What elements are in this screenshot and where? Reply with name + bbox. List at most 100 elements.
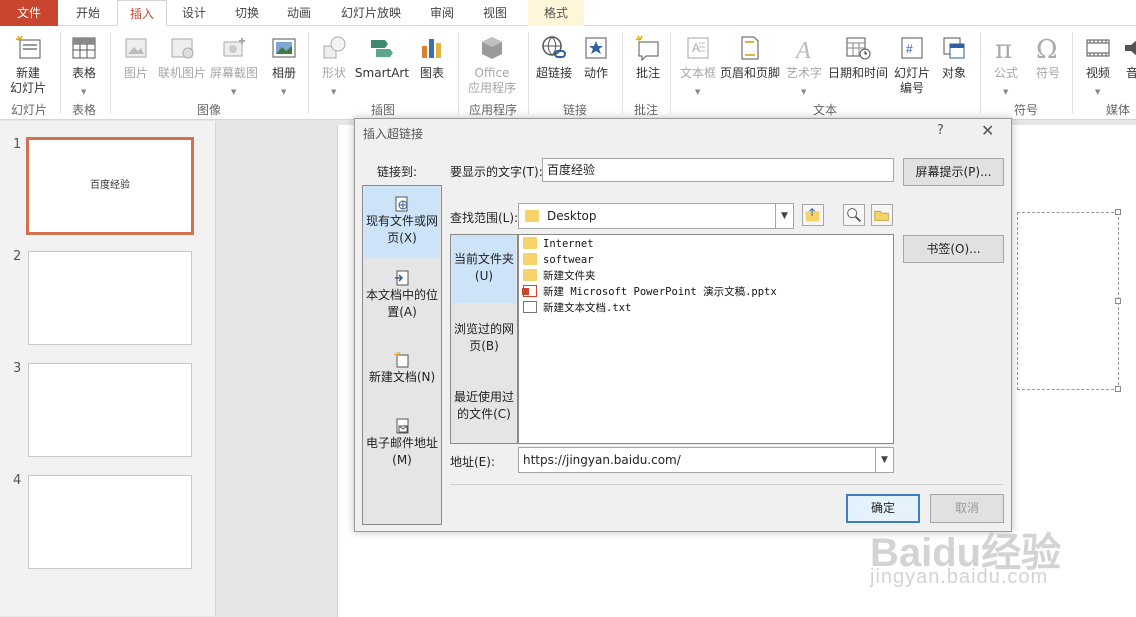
browsed-pages-option[interactable]: 浏览过的网页(B) [452,321,516,361]
group-label-text: 文本 [812,103,837,117]
chevron-down-icon: ▼ [695,88,701,96]
file-name: 新建 Microsoft PowerPoint 演示文稿.pptx [543,286,777,298]
slide-thumbnail-title: 百度经验 [90,180,130,191]
tab-slideshow[interactable]: 幻灯片放映 [330,0,412,26]
office-apps-button[interactable]: Office 应用程序 [468,30,516,104]
file-list: Internet softwear 新建文件夹 新建 Microsoft Pow… [518,234,894,444]
wordart-button[interactable]: A 艺术字 ▼ [782,30,826,104]
omega-icon: Ω [1036,35,1058,62]
audio-button[interactable]: 音 [1116,30,1136,104]
tab-design[interactable]: 设计 [169,0,219,26]
powerpoint-file-icon [522,285,537,297]
file-name: 新建文本文档.txt [543,302,632,314]
resize-handle[interactable] [1115,209,1121,215]
tab-home[interactable]: 开始 [62,0,114,26]
chevron-down-icon: ▼ [801,88,807,96]
screenshot-icon [223,38,245,57]
online-picture-icon [171,38,194,59]
resize-handle[interactable] [1115,298,1121,304]
bookmark-button[interactable]: 书签(O)... [903,235,1004,263]
list-item[interactable]: softwear [523,252,594,268]
svg-text:A: A [692,41,700,55]
address-label: 地址(E): [450,455,495,469]
look-in-combo[interactable]: Desktop ▼ [518,203,794,229]
list-item[interactable]: Internet [523,236,594,252]
selected-placeholder[interactable] [1017,209,1121,392]
file-name: softwear [543,254,594,266]
watermark-url: jingyan.baidu.com [870,566,1049,588]
picture-icon [125,38,147,58]
file-name: 新建文件夹 [543,270,596,282]
slide-thumbnail-2[interactable] [28,251,192,345]
divider [450,484,1003,485]
header-footer-button[interactable]: 页眉和页脚 [720,30,780,104]
tab-view[interactable]: 视图 [470,0,520,26]
tab-animations[interactable]: 动画 [274,0,324,26]
date-time-button[interactable]: 日期和时间 [828,30,888,104]
link-new-document[interactable]: 新建文档(N) [364,352,440,402]
display-text-input[interactable]: 百度经验 [542,158,894,182]
browse-file-button[interactable] [871,204,893,226]
tab-file[interactable]: 文件 [0,0,58,26]
look-in-value: Desktop [547,209,597,223]
help-button[interactable]: ? [937,123,944,138]
chevron-down-icon[interactable]: ▼ [775,204,793,228]
up-folder-button[interactable] [802,204,824,226]
recent-files-option[interactable]: 最近使用过的文件(C) [452,389,516,429]
list-item[interactable]: 新建文本文档.txt [523,300,631,316]
tab-transitions[interactable]: 切换 [222,0,272,26]
link-to-label: 链接到: [377,165,418,179]
video-button[interactable]: 视频 ▼ [1076,30,1120,104]
link-email-address[interactable]: 电子邮件地址(M) [364,418,440,478]
group-label-apps: 应用程序 [468,103,517,117]
link-existing-file-or-webpage[interactable]: 现有文件或网页(X) [364,186,440,258]
list-item[interactable]: 新建文件夹 [523,268,596,284]
link-to-bar: 现有文件或网页(X) 本文档中的位置(A) 新建文档(N) 电子邮件地址(M) [362,185,442,525]
svg-text:π: π [995,35,1012,62]
group-label-comments: 批注 [633,103,658,117]
shapes-icon [323,36,346,59]
list-item[interactable]: 新建 Microsoft PowerPoint 演示文稿.pptx [522,284,777,300]
slide-thumbnail-4[interactable] [28,475,192,569]
action-icon [585,37,607,59]
tab-format[interactable]: 格式 [528,0,584,26]
header-footer-icon [741,36,759,60]
email-icon [396,418,409,434]
slide-thumbnail-3[interactable] [28,363,192,457]
link-option-label: 本文档中的位置(A) [365,288,438,319]
folder-icon [523,269,537,281]
address-combo[interactable]: https://jingyan.baidu.com/ ▼ [518,447,894,473]
document-arrow-icon [395,270,409,286]
chevron-down-icon: ▼ [281,88,287,96]
insert-hyperlink-dialog: 插入超链接 ? ✕ 链接到: 现有文件或网页(X) 本文档中的位置(A) 新建文… [354,118,1012,532]
ok-button[interactable]: 确定 [846,494,920,523]
chevron-down-icon: ▼ [1003,88,1009,96]
cancel-button[interactable]: 取消 [930,494,1004,523]
slide-thumbnail-1[interactable]: 百度经验 [26,137,194,235]
smartart-icon [371,40,393,57]
audio-label: 音 [1126,66,1136,80]
ribbon: 新建 幻灯片 表格 ▼ 图片 联机图片 屏幕截图 ▼ 相册 ▼ 形状 ▼ Sma… [0,26,1136,120]
speaker-icon [1125,40,1136,56]
group-label-symbols: 符号 [1013,103,1038,117]
group-label-media: 媒体 [1106,103,1131,117]
screen-tip-button[interactable]: 屏幕提示(P)... [903,158,1004,186]
chart-button[interactable]: 图表 [410,30,454,104]
tab-insert[interactable]: 插入 [117,0,167,26]
link-place-in-document[interactable]: 本文档中的位置(A) [364,270,440,330]
chevron-down-icon[interactable]: ▼ [875,448,893,472]
new-slide-button[interactable]: 新建 幻灯片 [6,30,50,104]
close-button[interactable]: ✕ [981,121,994,140]
text-file-icon [523,301,537,313]
group-label-tables: 表格 [71,103,96,117]
folder-icon [525,210,539,222]
current-folder-option[interactable]: 当前文件夹(U) [452,235,516,303]
tab-review[interactable]: 审阅 [418,0,466,26]
chevron-down-icon: ▼ [231,88,237,96]
svg-text:#: # [906,42,913,56]
video-icon [1086,39,1110,57]
table-icon [72,37,96,59]
group-label-links: 链接 [562,103,587,117]
browse-web-button[interactable] [843,204,865,226]
resize-handle[interactable] [1115,386,1121,392]
